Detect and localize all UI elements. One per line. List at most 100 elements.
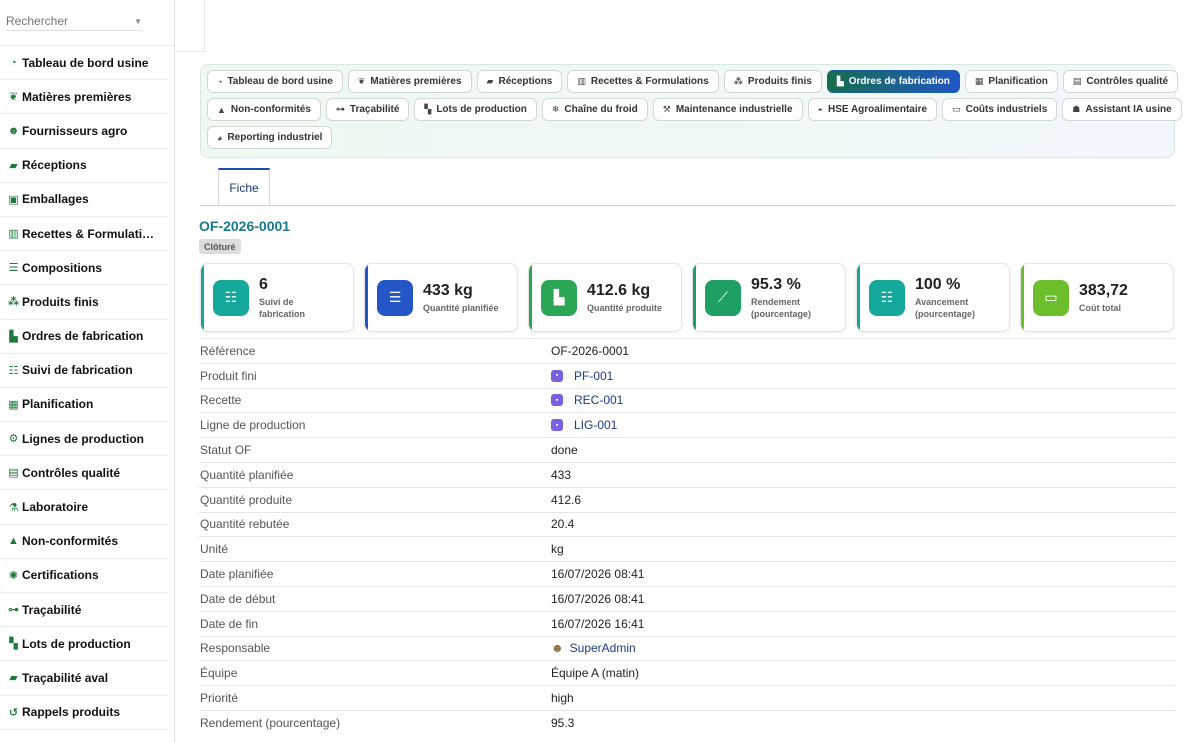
sidebar-item-label: Ordres de fabrication [22,329,144,344]
status-badge: Clôturé [199,239,241,254]
field-label: Date planifiée [200,567,274,582]
kpi-card[interactable]: ☰ 433 kg Quantité planifiée [364,263,518,332]
undo-icon: ↺ [8,706,19,719]
field-value-text: 16/07/2026 08:41 [551,591,645,606]
tab-planification[interactable]: ▦ Planification [964,70,1058,93]
kpi-label: Coût total [1079,302,1121,313]
sidebar-item-receptions[interactable]: ▰ Réceptions [0,149,168,183]
tab-assistant-ia-usine[interactable]: ☗ Assistant IA usine [1062,98,1182,121]
sidebar-item-planification[interactable]: ▦ Planification [0,388,168,423]
sidebar-item-recettes-formulati[interactable]: ▥ Recettes & Formulati… [0,217,168,252]
field-link[interactable]: ▪ REC-001 [551,393,623,407]
warning-icon: ▲ [8,535,19,548]
sidebar-item-certifications[interactable]: ✺ Certifications [0,559,168,593]
tab-tracabilite[interactable]: ⊶ Traçabilité [325,98,410,121]
money-icon: ▭ [952,104,961,114]
sidebar-item-controles-qualite[interactable]: ▤ Contrôles qualité [0,456,168,491]
sidebar-item-tableau-de-bord-usine[interactable]: ◔ Tableau de bord usine [0,46,168,81]
field-label: Produit fini [200,368,257,383]
truck-icon: ▰ [9,672,18,685]
field-label: Recette [200,393,242,408]
field-value-text: kg [551,542,564,557]
record-icon: ▪ [551,394,563,407]
sidebar-item-emballages[interactable]: ▣ Emballages [0,183,168,217]
kpi-card[interactable]: ☷ 100 % Avancement (pourcentage) [856,263,1010,332]
industry-icon: ▙ [541,279,577,316]
detail-row: Produit fini ▪ PF-001 [199,362,1175,388]
money-bill-icon: ▭ [1033,279,1069,316]
gauge-icon: ◔ [217,76,223,87]
field-link[interactable]: ☻ SuperAdmin [551,641,636,655]
tab-non-conformites[interactable]: ▲ Non-conformités [207,98,321,121]
search-input[interactable] [6,14,116,28]
tab-produits-finis[interactable]: ⁂ Produits finis [723,70,822,93]
field-value-text: 433 [551,467,572,482]
header-corner [175,0,205,52]
tab-divider [200,205,1175,206]
field-link[interactable]: ▪ PF-001 [551,369,613,383]
sidebar-item-ordres-de-fabrication[interactable]: ▙ Ordres de fabrication [0,320,168,354]
field-value-text[interactable]: SuperAdmin [570,641,636,655]
chevron-down-icon[interactable]: ▼ [134,17,142,26]
sidebar-item-label: Réceptions [22,158,87,173]
field-value: high [551,691,574,705]
gift-icon: ▣ [8,193,19,206]
tab-label: Matières premières [370,76,462,87]
tab-ordres-de-fabrication[interactable]: ▙ Ordres de fabrication [826,70,960,93]
field-value: Équipe A (matin) [551,666,639,680]
kpi-accent-bar [1021,264,1024,331]
sidebar-item-label: Rappels produits [22,705,121,720]
user-icon: ☻ [551,641,564,656]
sidebar-item-fournisseurs-agro[interactable]: ☻ Fournisseurs agro [0,114,168,149]
field-value-text[interactable]: REC-001 [574,393,623,407]
tab-controles-qualite[interactable]: ▤ Contrôles qualité [1062,70,1179,93]
tab-label: Planification [988,76,1048,87]
sidebar-item-lots-de-production[interactable]: ▚ Lots de production [0,627,168,662]
record-details: Référence OF-2026-0001 Produit fini ▪ PF-001… [199,338,1175,735]
tab-hse-agroalimentaire[interactable]: ◓ HSE Agroalimentaire [807,98,938,121]
sidebar-item-label: Produits finis [22,294,99,309]
sidebar-item-tracabilite-aval[interactable]: ▰ Traçabilité aval [0,661,168,696]
sidebar-item-laboratoire[interactable]: ⚗ Laboratoire [0,490,168,525]
tab-label: Contrôles qualité [1086,76,1169,87]
sidebar-item-non-conformites[interactable]: ▲ Non-conformités [0,525,168,559]
sidebar-item-suivi-de-fabrication[interactable]: ☷ Suivi de fabrication [0,354,168,388]
tab-lots-de-production[interactable]: ▚ Lots de production [414,98,537,121]
tab-recettes-formulations[interactable]: ▥ Recettes & Formulations [567,70,719,93]
detail-row: Équipe Équipe A (matin) [199,660,1175,685]
tab-label: HSE Agroalimentaire [827,104,928,115]
tab-reporting-industriel[interactable]: ◕ Reporting industriel [207,126,333,149]
detail-row: Date de fin 16/07/2026 16:41 [199,610,1175,636]
tab-matieres-premieres[interactable]: ❦ Matières premières [347,70,472,93]
field-link[interactable]: ▪ LIG-001 [551,418,617,432]
tab-label: Traçabilité [349,104,400,115]
field-value-text: 95.3 [551,715,575,730]
calendar-icon: ▦ [8,398,19,411]
sidebar-item-produits-finis[interactable]: ⁂ Produits finis [0,285,168,320]
tab-receptions[interactable]: ▰ Réceptions [476,70,563,93]
kpi-card[interactable]: ▙ 412.6 kg Quantité produite [528,263,682,332]
kpi-label: Suivi de fabrication [259,296,306,319]
industry-icon: ▙ [836,76,844,86]
tab-tableau-de-bord-usine[interactable]: ◔ Tableau de bord usine [207,70,343,93]
tab-chaine-du-froid[interactable]: ❄ Chaîne du froid [541,98,648,121]
sidebar-item-lignes-de-production[interactable]: ⚙ Lignes de production [0,422,168,457]
sidebar-item-compositions[interactable]: ☰ Compositions [0,251,168,286]
tab-couts-industriels[interactable]: ▭ Coûts industriels [942,98,1058,121]
field-value-text: 16/07/2026 08:41 [551,567,645,582]
sidebar-item-matieres-premieres[interactable]: ❦ Matières premières [0,80,168,115]
tab-fiche[interactable]: Fiche [218,168,270,205]
kpi-card[interactable]: ▭ 383,72 Coût total [1020,263,1174,332]
seedling-icon: ❦ [8,91,19,104]
kpi-card[interactable]: ☷ 6 Suivi de fabrication [200,263,354,332]
search-select[interactable]: ▼ [6,14,142,31]
tab-maintenance-industrielle[interactable]: ⚒ Maintenance industrielle [652,98,803,121]
field-value-text[interactable]: PF-001 [574,369,613,383]
tab-label: Recettes & Formulations [590,76,709,87]
wrench-icon: ⚒ [662,104,671,114]
kpi-card[interactable]: ⟋ 95.3 % Rendement (pourcentage) [692,263,846,332]
sidebar-item-rappels-produits[interactable]: ↺ Rappels produits [0,696,168,730]
module-tabs-row: ◕ Reporting industriel [207,126,1168,149]
field-value-text[interactable]: LIG-001 [574,418,617,432]
sidebar-item-tracabilite[interactable]: ⊶ Traçabilité [0,593,168,628]
